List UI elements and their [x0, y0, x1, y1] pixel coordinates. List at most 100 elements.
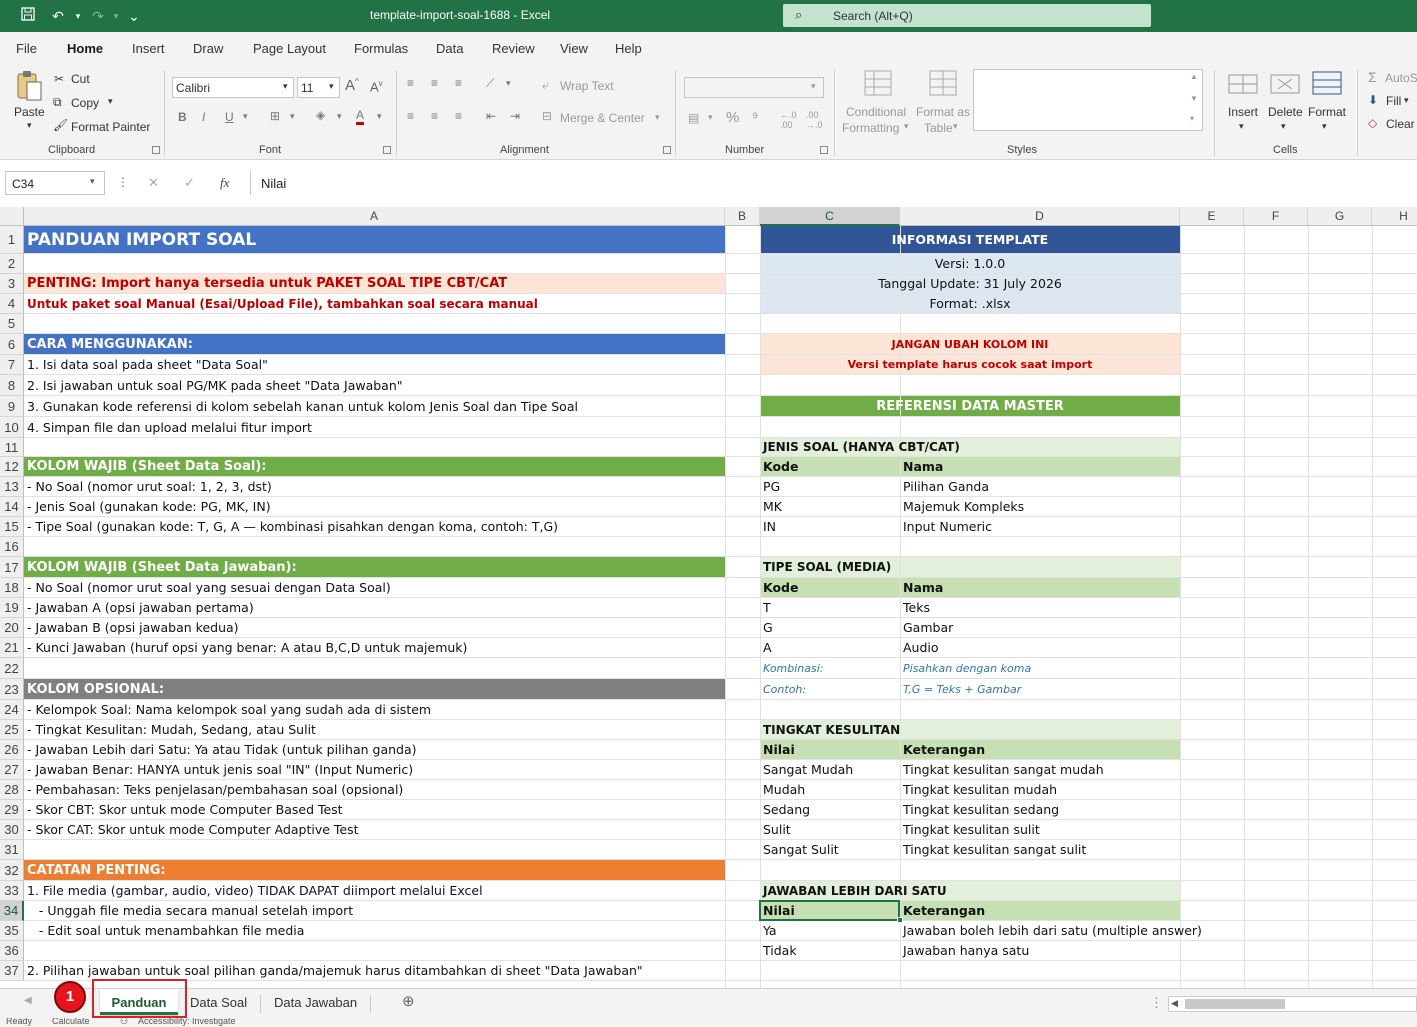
guide-text-row-8[interactable]: 2. Isi jawaban untuk soal PG/MK pada she…: [24, 375, 403, 396]
guide-text-row-10[interactable]: 4. Simpan file dan upload melalui fitur …: [24, 417, 312, 438]
middle-align-icon[interactable]: ≡: [431, 76, 438, 90]
new-sheet-icon[interactable]: ⊕: [402, 992, 415, 1010]
autosum-icon[interactable]: Σ: [1368, 69, 1377, 85]
row-header[interactable]: 12: [0, 457, 24, 477]
cut-icon[interactable]: ✂: [54, 72, 64, 86]
row-header[interactable]: 35: [0, 921, 24, 941]
ref-table-cell[interactable]: Mudah: [760, 780, 805, 800]
conditional-formatting-label[interactable]: Conditional: [846, 105, 906, 119]
guide-text-row-14[interactable]: - Jenis Soal (gunakan kode: PG, MK, IN): [24, 497, 271, 517]
menu-page-layout[interactable]: Page Layout: [253, 41, 326, 56]
menu-home[interactable]: Home: [67, 41, 103, 56]
row-header[interactable]: 10: [0, 417, 24, 438]
number-format-select[interactable]: ▾: [684, 77, 824, 98]
ref-table-header[interactable]: Nama: [900, 578, 943, 598]
row-header[interactable]: 32: [0, 860, 24, 881]
conditional-dropdown-icon[interactable]: ▾: [904, 121, 909, 132]
ref-table-cell[interactable]: MK: [760, 497, 782, 517]
ref-table-cell[interactable]: Sulit: [760, 820, 791, 840]
alignment-launcher-icon[interactable]: [663, 146, 671, 154]
guide-text-row-35[interactable]: - Edit soal untuk menambahkan file media: [24, 921, 305, 941]
guide-text-row-1[interactable]: PANDUAN IMPORT SOAL: [24, 226, 256, 254]
row-header[interactable]: 6: [0, 334, 24, 355]
row-header[interactable]: 11: [0, 438, 24, 457]
cancel-icon[interactable]: ✕: [148, 175, 159, 191]
format-as-table-label-2[interactable]: Table: [924, 121, 953, 135]
number-launcher-icon[interactable]: [820, 146, 828, 154]
row-header[interactable]: 16: [0, 537, 24, 557]
clipboard-launcher-icon[interactable]: [152, 146, 160, 154]
ref-table-title[interactable]: JENIS SOAL (HANYA CBT/CAT): [760, 438, 960, 457]
row-header[interactable]: 14: [0, 497, 24, 517]
copy-button[interactable]: Copy: [71, 96, 99, 110]
note-label[interactable]: Kombinasi:: [760, 658, 824, 679]
guide-text-row-28[interactable]: - Pembahasan: Teks penjelasan/pembahasan…: [24, 780, 403, 800]
copy-dropdown-icon[interactable]: ▾: [108, 96, 113, 107]
column-header-d[interactable]: D: [900, 207, 1180, 226]
font-name-select[interactable]: Calibri ▾: [172, 77, 294, 98]
comma-style-icon[interactable]: ⁹: [752, 109, 758, 126]
insert-cells-button[interactable]: Insert: [1228, 105, 1258, 119]
column-header-c[interactable]: C: [760, 207, 900, 226]
format-as-table-icon[interactable]: [929, 70, 957, 99]
increase-decimal-icon[interactable]: ←.0.00: [780, 110, 797, 130]
row-header[interactable]: 17: [0, 557, 24, 578]
format-cells-icon[interactable]: [1312, 70, 1342, 101]
menu-draw[interactable]: Draw: [193, 41, 223, 56]
orientation-icon[interactable]: ⟋: [486, 76, 494, 91]
ref-table-title[interactable]: TINGKAT KESULITAN: [760, 720, 900, 740]
ref-table-cell[interactable]: Tidak: [760, 941, 797, 961]
format-table-dropdown-icon[interactable]: ▾: [953, 121, 958, 132]
note-text[interactable]: T,G = Teks + Gambar: [900, 679, 1021, 700]
gallery-more-icon[interactable]: ▾: [1190, 114, 1194, 123]
fill-button[interactable]: Fill: [1386, 94, 1401, 108]
bottom-align-icon[interactable]: ≡: [455, 76, 462, 90]
column-header-a[interactable]: A: [24, 207, 725, 226]
ref-table-cell[interactable]: Sedang: [760, 800, 810, 820]
ref-table-cell[interactable]: Input Numeric: [900, 517, 992, 537]
row-header[interactable]: 21: [0, 638, 24, 658]
guide-text-row-6[interactable]: CARA MENGGUNAKAN:: [24, 334, 193, 355]
ref-table-title[interactable]: JAWABAN LEBIH DARI SATU: [760, 881, 947, 901]
insert-cells-icon[interactable]: [1228, 71, 1258, 100]
italic-icon[interactable]: I: [202, 110, 205, 124]
ref-table-header[interactable]: Kode: [760, 578, 798, 598]
enter-icon[interactable]: ✓: [184, 175, 195, 191]
ref-table-cell[interactable]: Tingkat kesulitan sulit: [900, 820, 1040, 840]
guide-text-row-9[interactable]: 3. Gunakan kode referensi di kolom sebel…: [24, 396, 578, 417]
row-header[interactable]: 33: [0, 881, 24, 901]
row-header[interactable]: 36: [0, 941, 24, 961]
ref-table-header[interactable]: Keterangan: [900, 740, 985, 760]
ref-table-cell[interactable]: Sangat Sulit: [760, 840, 839, 860]
column-header-f[interactable]: F: [1244, 207, 1308, 226]
copy-icon[interactable]: ⧉: [53, 95, 62, 110]
row-header[interactable]: 4: [0, 294, 24, 314]
wrap-text-icon[interactable]: ⤶: [542, 78, 549, 93]
row-header[interactable]: 24: [0, 700, 24, 720]
guide-text-row-37[interactable]: 2. Pilihan jawaban untuk soal pilihan ga…: [24, 961, 643, 981]
accounting-dropdown-icon[interactable]: ▾: [708, 112, 713, 123]
ref-table-cell[interactable]: Sangat Mudah: [760, 760, 853, 780]
row-header[interactable]: 26: [0, 740, 24, 760]
note-label[interactable]: Contoh:: [760, 679, 806, 700]
decrease-decimal-icon[interactable]: .00 →.0: [806, 110, 823, 130]
warning-subtext[interactable]: Versi template harus cocok saat import: [760, 355, 1180, 375]
scroll-left-icon[interactable]: ◀: [1171, 998, 1178, 1009]
redo-dropdown-icon[interactable]: ▾: [106, 6, 126, 26]
guide-text-row-30[interactable]: - Skor CAT: Skor untuk mode Computer Ada…: [24, 820, 359, 840]
row-header[interactable]: 19: [0, 598, 24, 618]
ref-table-cell[interactable]: Teks: [900, 598, 930, 618]
row-header[interactable]: 8: [0, 375, 24, 396]
ref-table-cell[interactable]: Ya: [760, 921, 777, 941]
guide-text-row-18[interactable]: - No Soal (nomor urut soal yang sesuai d…: [24, 578, 391, 598]
row-header[interactable]: 1: [0, 226, 24, 254]
ref-table-cell[interactable]: G: [760, 618, 773, 638]
orientation-dropdown-icon[interactable]: ▾: [506, 78, 511, 89]
ref-table-cell[interactable]: Tingkat kesulitan sangat sulit: [900, 840, 1086, 860]
formula-input[interactable]: Nilai: [250, 171, 1417, 195]
menu-review[interactable]: Review: [492, 41, 535, 56]
fill-color-icon[interactable]: ◈: [316, 108, 325, 122]
decrease-indent-icon[interactable]: ⇤: [486, 109, 496, 123]
row-header[interactable]: 20: [0, 618, 24, 638]
row-header[interactable]: 30: [0, 820, 24, 840]
